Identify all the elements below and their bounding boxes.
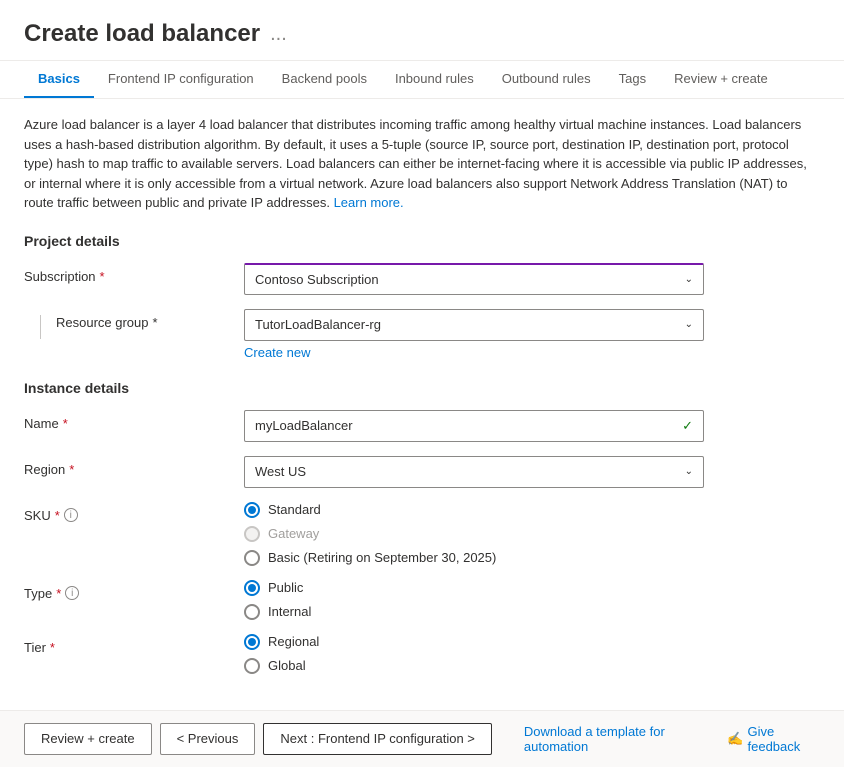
type-public-radio[interactable] <box>244 580 260 596</box>
tab-backend-pools[interactable]: Backend pools <box>268 61 381 98</box>
type-label: Type * i <box>24 580 244 601</box>
sku-gateway-option: Gateway <box>244 526 496 542</box>
tab-inbound-rules[interactable]: Inbound rules <box>381 61 488 98</box>
sku-basic-label: Basic (Retiring on September 30, 2025) <box>268 550 496 565</box>
subscription-value: Contoso Subscription <box>255 272 379 287</box>
region-label: Region * <box>24 456 244 477</box>
tier-label: Tier * <box>24 634 244 655</box>
previous-button[interactable]: < Previous <box>160 723 256 755</box>
sku-required: * <box>55 508 60 523</box>
next-button[interactable]: Next : Frontend IP configuration > <box>263 723 492 755</box>
tier-required: * <box>50 640 55 655</box>
ellipsis-menu[interactable]: ... <box>270 23 287 46</box>
description-text: Azure load balancer is a layer 4 load ba… <box>24 115 820 213</box>
name-required: * <box>63 416 68 431</box>
name-label: Name * <box>24 410 244 431</box>
type-radio-group: Public Internal <box>244 580 311 620</box>
type-row: Type * i Public Internal <box>24 580 820 620</box>
tier-regional-option[interactable]: Regional <box>244 634 319 650</box>
sku-basic-radio[interactable] <box>244 550 260 566</box>
type-internal-option[interactable]: Internal <box>244 604 311 620</box>
indent-decoration <box>24 309 56 339</box>
resource-group-value: TutorLoadBalancer-rg <box>255 317 381 332</box>
subscription-required: * <box>100 269 105 284</box>
footer-links: Download a template for automation ✍ Giv… <box>524 724 820 754</box>
give-feedback-link[interactable]: ✍ Give feedback <box>727 724 820 754</box>
name-valid-icon: ✓ <box>682 418 693 434</box>
sku-gateway-radio <box>244 526 260 542</box>
download-template-link[interactable]: Download a template for automation <box>524 724 711 754</box>
subscription-row: Subscription * Contoso Subscription ⌄ <box>24 263 820 295</box>
resource-group-label: Resource group * <box>56 309 244 330</box>
tab-navigation: Basics Frontend IP configuration Backend… <box>0 61 844 99</box>
project-details-section: Project details Subscription * Contoso S… <box>24 233 820 360</box>
sku-radio-group: Standard Gateway Basic (Retiring on Sept… <box>244 502 496 566</box>
resource-group-arrow-icon: ⌄ <box>685 319 693 330</box>
type-public-label: Public <box>268 580 303 595</box>
type-info-icon[interactable]: i <box>65 586 79 600</box>
instance-details-title: Instance details <box>24 380 820 396</box>
tab-basics[interactable]: Basics <box>24 61 94 98</box>
type-internal-radio[interactable] <box>244 604 260 620</box>
tab-tags[interactable]: Tags <box>605 61 660 98</box>
sku-gateway-label: Gateway <box>268 526 319 541</box>
create-new-link[interactable]: Create new <box>244 345 704 360</box>
resource-group-required: * <box>153 315 158 330</box>
create-load-balancer-page: Create load balancer ... Basics Frontend… <box>0 0 844 767</box>
tab-outbound-rules[interactable]: Outbound rules <box>488 61 605 98</box>
name-value: myLoadBalancer <box>255 418 353 433</box>
type-required: * <box>56 586 61 601</box>
region-arrow-icon: ⌄ <box>685 466 693 477</box>
tier-regional-radio[interactable] <box>244 634 260 650</box>
main-content: Azure load balancer is a layer 4 load ba… <box>0 99 844 710</box>
sku-standard-option[interactable]: Standard <box>244 502 496 518</box>
type-internal-label: Internal <box>268 604 311 619</box>
project-details-title: Project details <box>24 233 820 249</box>
subscription-arrow-icon: ⌄ <box>685 274 693 285</box>
feedback-icon: ✍ <box>727 731 743 747</box>
region-dropdown[interactable]: West US ⌄ <box>244 456 704 488</box>
sku-standard-radio[interactable] <box>244 502 260 518</box>
name-input[interactable]: myLoadBalancer ✓ <box>244 410 704 442</box>
tier-radio-group: Regional Global <box>244 634 319 674</box>
page-header: Create load balancer ... <box>0 0 844 61</box>
tab-review-create[interactable]: Review + create <box>660 61 782 98</box>
subscription-dropdown[interactable]: Contoso Subscription ⌄ <box>244 263 704 295</box>
sku-basic-option[interactable]: Basic (Retiring on September 30, 2025) <box>244 550 496 566</box>
tab-frontend-ip[interactable]: Frontend IP configuration <box>94 61 268 98</box>
type-public-option[interactable]: Public <box>244 580 311 596</box>
sku-label: SKU * i <box>24 502 244 523</box>
tier-global-label: Global <box>268 658 306 673</box>
resource-group-row: Resource group * TutorLoadBalancer-rg ⌄ … <box>24 309 820 360</box>
sku-info-icon[interactable]: i <box>64 508 78 522</box>
subscription-label: Subscription * <box>24 263 244 284</box>
region-row: Region * West US ⌄ <box>24 456 820 488</box>
footer: Review + create < Previous Next : Fronte… <box>0 710 844 767</box>
sku-row: SKU * i Standard Gateway Basic ( <box>24 502 820 566</box>
tier-row: Tier * Regional Global <box>24 634 820 674</box>
sku-standard-label: Standard <box>268 502 321 517</box>
tier-global-option[interactable]: Global <box>244 658 319 674</box>
tier-regional-label: Regional <box>268 634 319 649</box>
region-value: West US <box>255 464 306 479</box>
region-required: * <box>69 462 74 477</box>
tier-global-radio[interactable] <box>244 658 260 674</box>
review-create-button[interactable]: Review + create <box>24 723 152 755</box>
resource-group-dropdown[interactable]: TutorLoadBalancer-rg ⌄ <box>244 309 704 341</box>
page-title: Create load balancer <box>24 20 260 48</box>
learn-more-link[interactable]: Learn more. <box>334 195 404 210</box>
name-row: Name * myLoadBalancer ✓ <box>24 410 820 442</box>
instance-details-section: Instance details Name * myLoadBalancer ✓… <box>24 380 820 674</box>
